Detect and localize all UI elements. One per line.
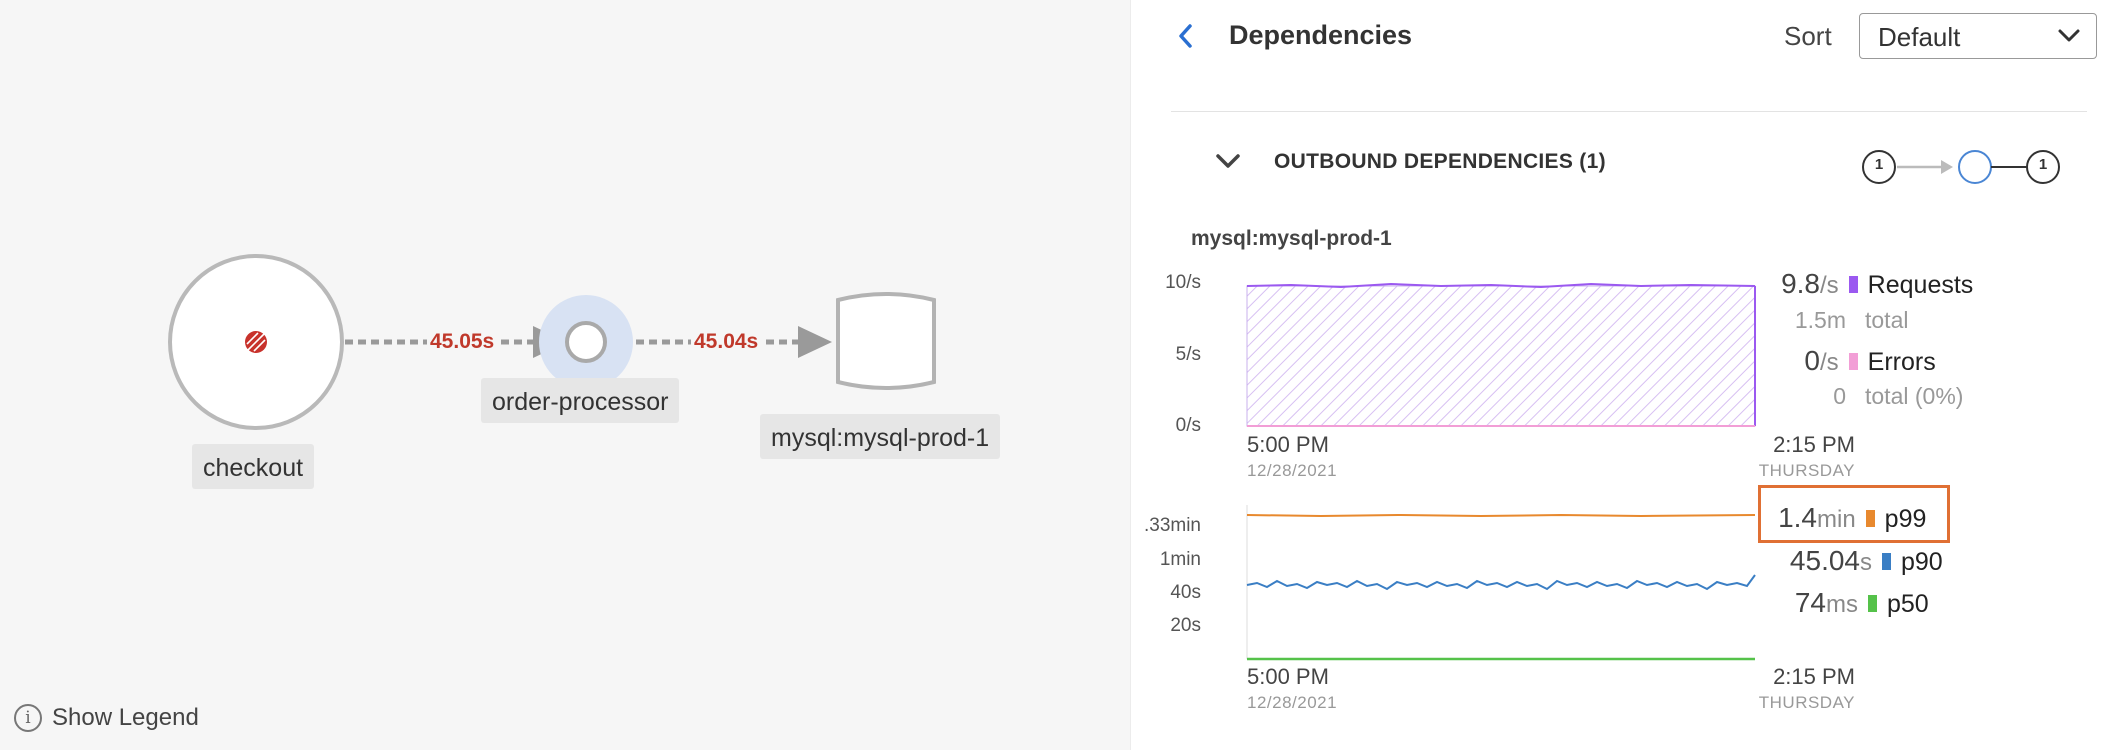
x-tick-start-date: 12/28/2021 <box>1247 693 1338 712</box>
p50-swatch <box>1868 594 1877 612</box>
x-tick-end-day: THURSDAY <box>1758 461 1855 480</box>
errors-value: 0 <box>1804 345 1820 376</box>
x-tick-start: 5:00 PM <box>1247 432 1329 457</box>
y-tick: 20s <box>1170 615 1201 636</box>
mysql-label[interactable]: mysql:mysql-prod-1 <box>760 414 1001 459</box>
p50-value: 74 <box>1794 587 1826 618</box>
edge-latency-label: 45.04s <box>691 330 762 354</box>
mini-graph-left-count: 1 <box>1874 156 1884 173</box>
errors-total: 0 <box>1833 383 1846 409</box>
errors-total-label: total (0%) <box>1865 383 1964 409</box>
dependencies-panel: Dependencies Sort Default OUTBOUND DEPEN… <box>1130 0 2108 750</box>
mysql-database-node[interactable] <box>836 292 936 390</box>
show-legend-button[interactable]: i Show Legend <box>14 704 199 732</box>
errors-swatch <box>1848 352 1858 370</box>
info-icon: i <box>14 704 42 732</box>
back-chevron-icon[interactable] <box>1173 20 1199 52</box>
service-map-graph <box>168 254 936 430</box>
sort-label: Sort <box>1784 21 1832 51</box>
requests-value: 9.8 <box>1781 268 1820 299</box>
collapse-chevron-icon[interactable] <box>1213 150 1243 174</box>
x-tick-end: 2:15 PM <box>1773 664 1855 689</box>
stat-p50[interactable]: 74 ms p50 <box>1700 587 1929 619</box>
order-processor-node[interactable] <box>565 321 607 363</box>
dependency-name[interactable]: mysql:mysql-prod-1 <box>1191 227 1392 251</box>
p90-value: 45.04 <box>1789 545 1860 576</box>
mini-graph-right-count: 1 <box>2038 156 2048 173</box>
chevron-down-icon <box>2058 29 2080 42</box>
sort-select[interactable]: Default <box>1859 13 2097 59</box>
order-processor-label[interactable]: order-processor <box>481 378 680 423</box>
requests-total-label: total <box>1865 307 1909 333</box>
p90-swatch <box>1882 552 1891 570</box>
stat-p90[interactable]: 45.04 s p90 <box>1700 545 1943 577</box>
show-legend-label: Show Legend <box>52 704 199 731</box>
x-tick-end: 2:15 PM <box>1773 432 1855 457</box>
stat-requests: 9.8 /s Requests <box>1700 268 1973 300</box>
errors-label: Errors <box>1867 348 1936 376</box>
y-tick: 5/s <box>1175 344 1201 365</box>
p90-unit: s <box>1860 549 1872 576</box>
x-tick-start: 5:00 PM <box>1247 664 1329 689</box>
requests-swatch <box>1848 275 1858 293</box>
y-tick: 0/s <box>1175 415 1201 436</box>
y-tick: 1min <box>1159 549 1201 570</box>
x-tick-end-day: THURSDAY <box>1758 693 1855 712</box>
p50-label: p50 <box>1887 590 1929 618</box>
p90-line <box>1246 574 1756 591</box>
panel-title: Dependencies <box>1229 20 1413 50</box>
p90-label: p90 <box>1901 548 1943 576</box>
request-area-fill <box>1247 286 1755 426</box>
p50-unit: ms <box>1826 591 1858 618</box>
y-tick: .33min <box>1143 515 1201 536</box>
requests-total: 1.5m <box>1794 307 1846 333</box>
sort-select-value: Default <box>1878 22 1961 52</box>
y-tick: 40s <box>1170 582 1201 603</box>
stat-errors: 0 /s Errors <box>1700 345 1936 377</box>
requests-label: Requests <box>1867 271 1974 299</box>
edge-latency-label: 45.05s <box>427 330 498 354</box>
header-divider <box>1171 111 2087 112</box>
edge-arrowhead <box>798 326 832 358</box>
checkout-label[interactable]: checkout <box>192 444 315 489</box>
x-tick-start-date: 12/28/2021 <box>1247 461 1338 480</box>
errors-unit: /s <box>1820 349 1839 376</box>
p99-line <box>1246 513 1756 518</box>
section-title: OUTBOUND DEPENDENCIES (1) <box>1274 150 1606 173</box>
p99-highlight-box <box>1758 485 1950 543</box>
service-map-canvas[interactable]: 45.05s 45.04s checkout order-processor m… <box>0 0 1130 750</box>
requests-unit: /s <box>1820 272 1839 299</box>
y-tick: 10/s <box>1165 272 1201 293</box>
